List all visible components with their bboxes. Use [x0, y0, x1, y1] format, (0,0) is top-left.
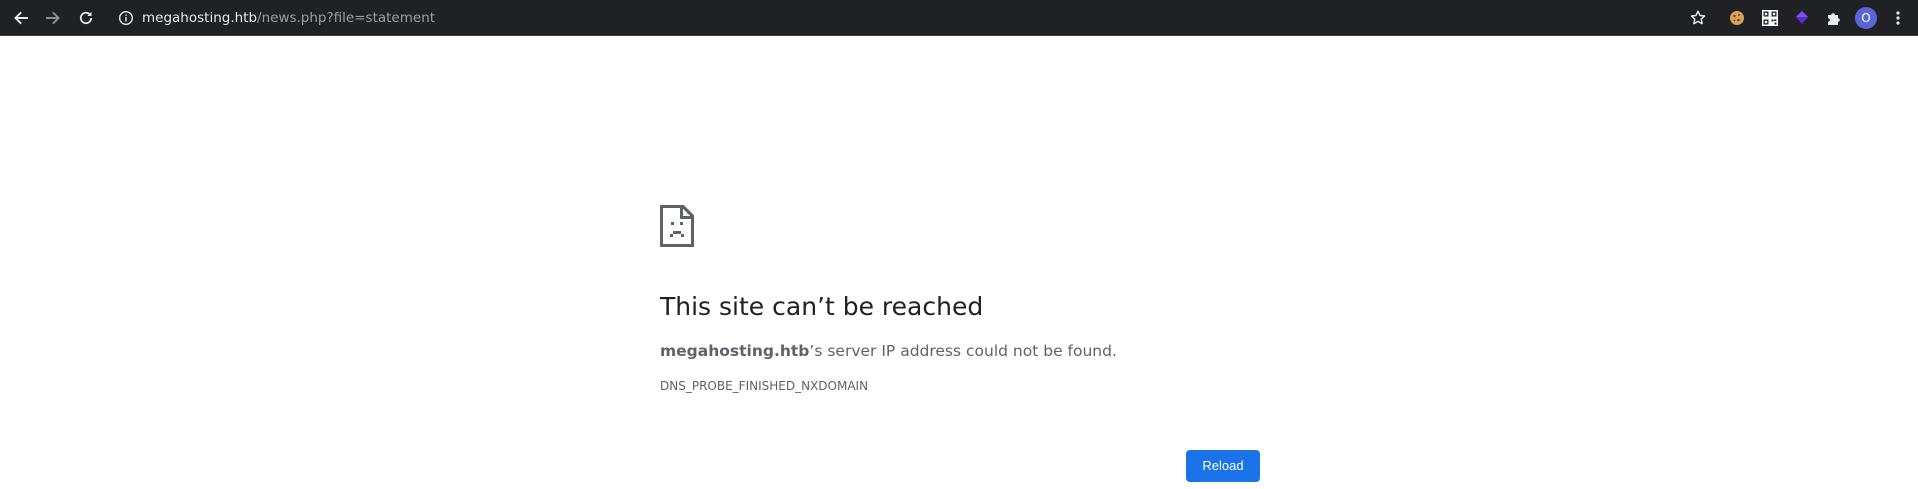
info-icon[interactable] — [118, 10, 134, 26]
url-host: megahosting.htb — [142, 10, 258, 26]
error-title: This site can’t be reached — [660, 292, 984, 321]
puzzle-icon[interactable] — [1824, 8, 1844, 28]
kebab-menu-icon[interactable] — [1888, 8, 1908, 28]
reload-icon[interactable] — [74, 6, 98, 30]
address-bar[interactable]: megahosting.htb/news.php?file=statement — [112, 4, 1692, 32]
profile-avatar[interactable]: O — [1855, 7, 1877, 29]
error-description: megahosting.htb’s server IP address coul… — [660, 340, 1117, 362]
url-path: /news.php?file=statement — [257, 10, 436, 26]
url-text[interactable]: megahosting.htb/news.php?file=statement — [142, 9, 435, 27]
qr-code-icon[interactable] — [1760, 8, 1780, 28]
sad-page-icon — [660, 205, 694, 247]
forward-arrow-icon[interactable] — [41, 6, 65, 30]
browser-toolbar: megahosting.htb/news.php?file=statement — [0, 0, 1918, 36]
error-description-text: ’s server IP address could not be found. — [809, 342, 1117, 360]
error-host: megahosting.htb — [660, 342, 810, 360]
reload-button[interactable]: Reload — [1186, 450, 1260, 482]
error-code: DNS_PROBE_FINISHED_NXDOMAIN — [660, 379, 869, 393]
cookie-icon[interactable] — [1727, 8, 1747, 28]
star-icon[interactable] — [1688, 8, 1708, 28]
back-arrow-icon[interactable] — [9, 6, 33, 30]
purple-diamond-icon[interactable] — [1792, 8, 1812, 28]
